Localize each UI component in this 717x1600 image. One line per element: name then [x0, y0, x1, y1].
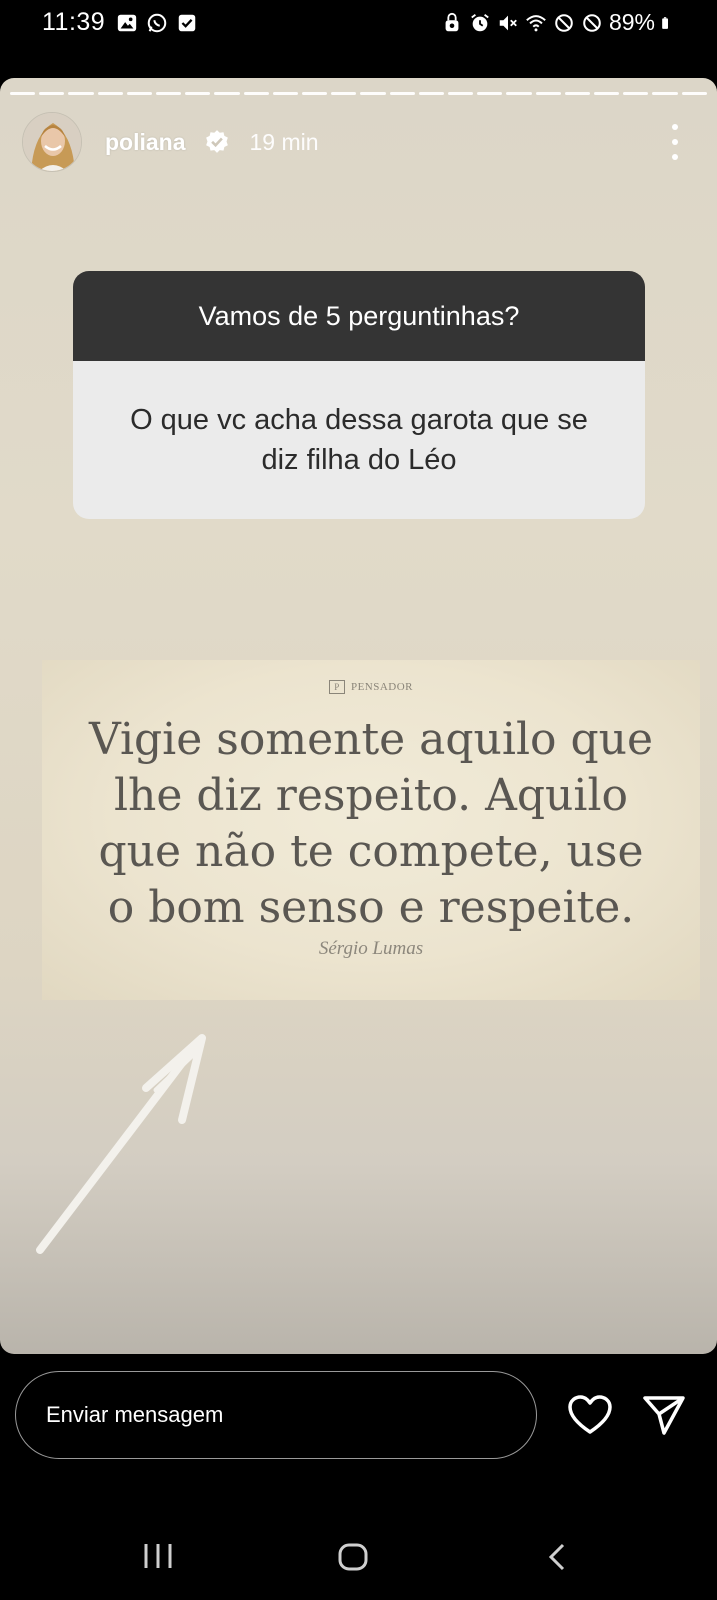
story-progress-segment — [477, 92, 503, 95]
story-progress-segment — [302, 92, 328, 95]
whatsapp-icon — [147, 13, 167, 33]
story-username[interactable]: poliana — [105, 129, 186, 156]
story-progress-segment — [10, 92, 36, 95]
battery-icon — [662, 16, 668, 29]
send-icon[interactable] — [642, 1394, 686, 1436]
story-progress-segment — [594, 92, 620, 95]
story-progress-segment — [652, 92, 678, 95]
quote-line: lhe diz respeito. Aquilo — [113, 770, 629, 821]
gallery-icon — [117, 14, 137, 32]
quote-image: P PENSADOR Vigie somente aquilo que lhe … — [42, 660, 700, 1000]
story-progress-segment — [389, 92, 415, 95]
story-progress-segment — [126, 92, 153, 95]
story-progress-segment — [506, 92, 532, 95]
story-time-ago: 19 min — [249, 128, 319, 155]
story-progress-segment — [331, 92, 357, 95]
pensador-logo: P PENSADOR — [42, 680, 700, 694]
story-progress-segment — [535, 92, 561, 95]
status-time: 11:39 — [42, 8, 106, 36]
message-input-placeholder: Enviar mensagem — [46, 1402, 224, 1427]
status-bar: 11:39 89% — [0, 0, 717, 60]
lock-sync-icon — [445, 12, 459, 31]
story-progress-segment — [185, 92, 211, 95]
story-progress-segment — [623, 92, 649, 95]
story-progress-segment — [418, 92, 445, 95]
story-progress-segment — [564, 92, 591, 95]
story-progress-segment — [360, 92, 386, 95]
story-progress-segment — [156, 92, 182, 95]
question-sticker-question: Vamos de 5 perguntinhas? — [73, 271, 645, 361]
quote-line: Vigie somente aquilo que — [88, 714, 654, 765]
status-system-icons: 89% — [441, 9, 675, 36]
story-progress-segment — [243, 92, 269, 95]
question-sticker-answer: O que vc acha dessa garota que se diz fi… — [73, 361, 645, 519]
home-icon[interactable] — [337, 1542, 369, 1572]
quote-author: Sérgio Lumas — [318, 938, 424, 959]
recent-apps-icon[interactable] — [142, 1542, 174, 1570]
like-heart-icon[interactable] — [567, 1394, 613, 1436]
quote-line: o bom senso e respeite. — [107, 882, 635, 933]
quote-brand: PENSADOR — [350, 681, 414, 693]
question-sticker: Vamos de 5 perguntinhas? O que vc acha d… — [73, 271, 645, 519]
story-progress-segment — [272, 92, 299, 95]
wifi-icon — [526, 14, 546, 31]
block-icon — [555, 13, 573, 32]
quote-line: que não te compete, use — [98, 826, 644, 877]
mute-icon — [499, 15, 517, 30]
story-progress-segment — [214, 92, 240, 95]
story-progress-bar — [10, 92, 707, 95]
back-icon[interactable] — [546, 1542, 568, 1572]
story-header: poliana 19 min — [22, 112, 695, 172]
story-progress-segment — [448, 92, 474, 95]
system-navigation-bar — [0, 1520, 717, 1590]
alarm-icon — [471, 13, 489, 31]
more-options-icon[interactable] — [667, 124, 683, 160]
block-icon — [583, 13, 601, 32]
pensador-logo-icon: P — [328, 680, 345, 694]
quote-text: Vigie somente aquilo que lhe diz respeit… — [62, 712, 680, 936]
avatar[interactable] — [22, 112, 82, 172]
status-notification-icons — [116, 12, 198, 34]
battery-percent: 89% — [608, 9, 655, 35]
message-input[interactable]: Enviar mensagem — [15, 1371, 537, 1459]
drawn-arrow-icon — [36, 1034, 206, 1254]
story-progress-segment — [681, 92, 707, 95]
story-progress-segment — [39, 92, 65, 95]
story-progress-segment — [68, 92, 94, 95]
checklist-icon — [178, 14, 196, 32]
verified-badge-icon — [205, 130, 228, 153]
story-progress-segment — [97, 92, 123, 95]
story-viewer[interactable]: poliana 19 min Vamos de 5 perguntinhas? … — [0, 78, 717, 1354]
